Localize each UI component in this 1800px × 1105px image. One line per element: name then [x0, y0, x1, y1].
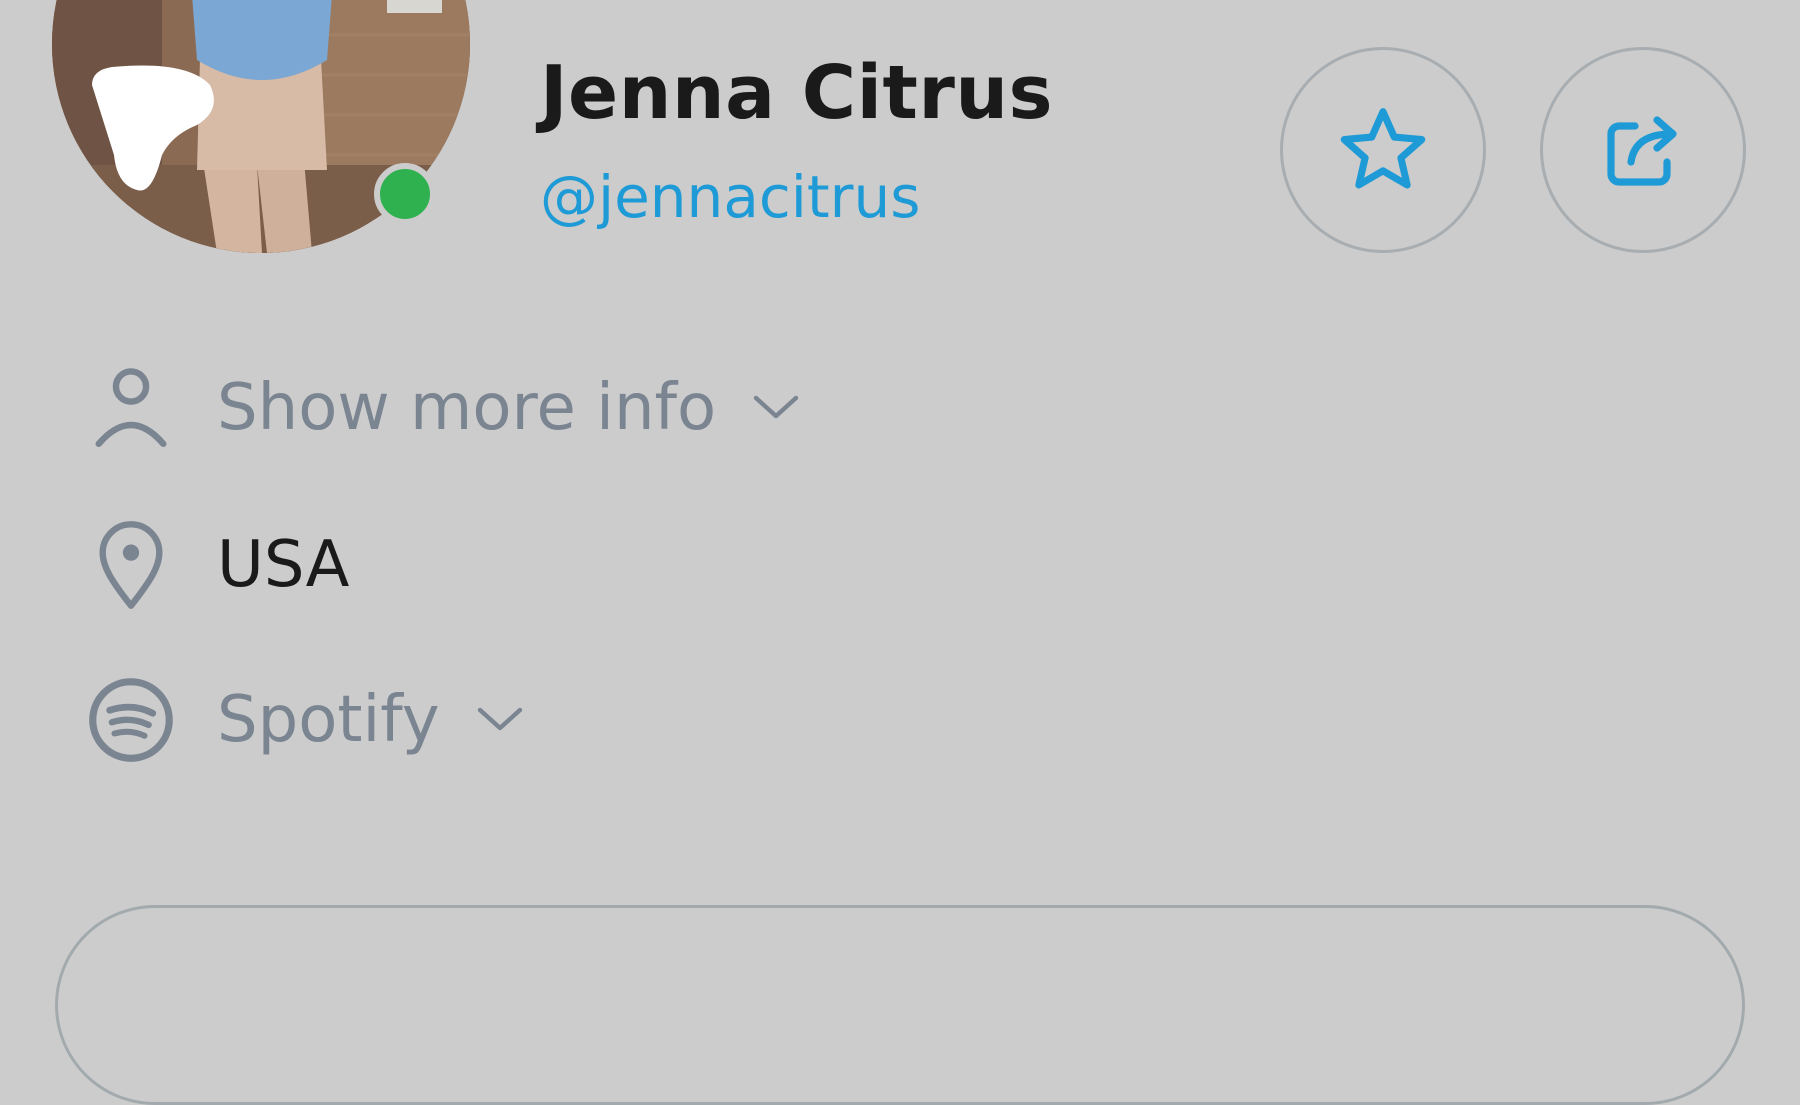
show-more-info-toggle[interactable]: Show more info [85, 358, 800, 458]
favorite-button[interactable] [1280, 47, 1486, 253]
share-icon [1607, 116, 1677, 186]
share-button[interactable] [1540, 47, 1746, 253]
show-more-info-label: Show more info [217, 371, 717, 445]
star-outline-icon [1340, 108, 1426, 189]
profile-username[interactable]: @jennacitrus [540, 163, 920, 231]
bottom-card [55, 905, 1745, 1105]
spotify-label: Spotify [217, 683, 440, 757]
location-row: USA [85, 515, 349, 615]
chevron-down-icon [752, 393, 800, 423]
location-value: USA [217, 528, 350, 602]
spotify-toggle[interactable]: Spotify [85, 670, 524, 770]
profile-display-name: Jenna Citrus [540, 50, 1054, 136]
online-status-indicator [374, 163, 436, 225]
user-icon [85, 358, 177, 458]
spotify-icon [85, 670, 177, 770]
location-pin-icon [85, 515, 177, 615]
chevron-down-icon [476, 705, 524, 735]
